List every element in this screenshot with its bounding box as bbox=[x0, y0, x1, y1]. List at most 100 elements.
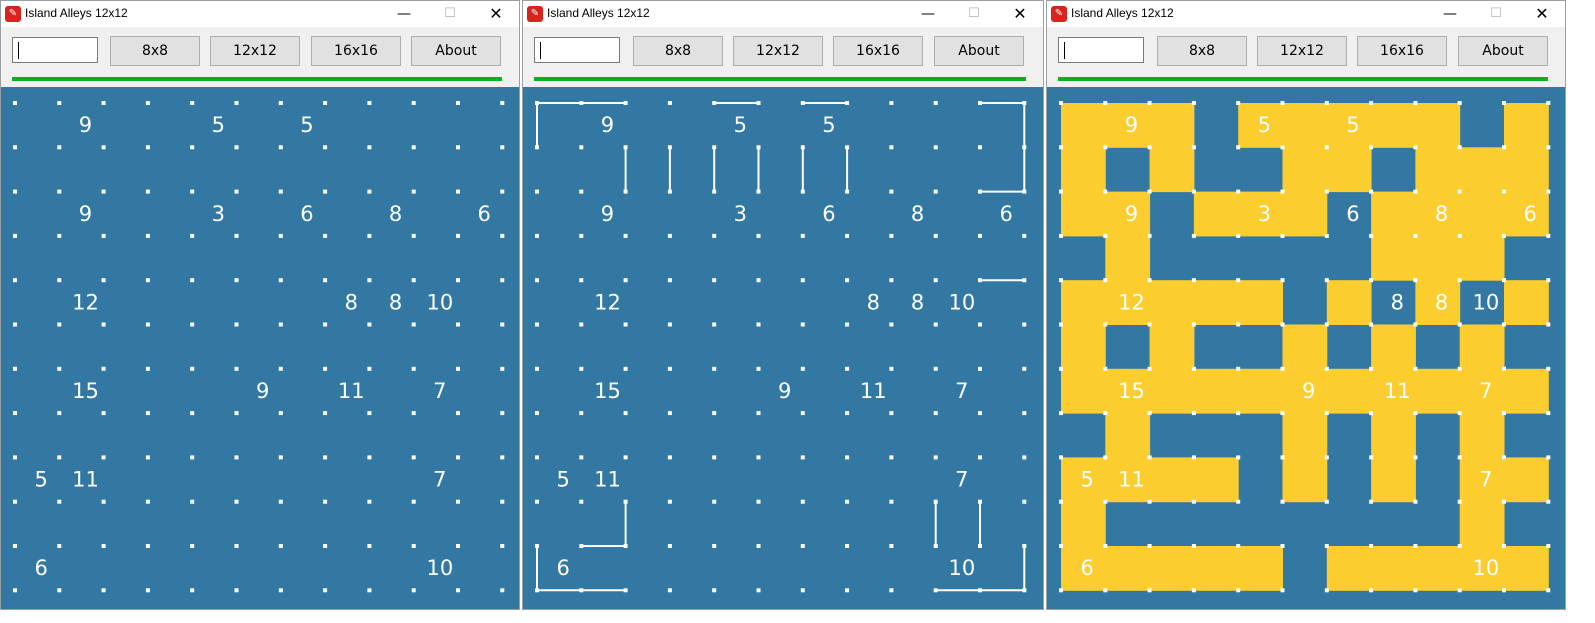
size-12x12-button[interactable]: 12x12 bbox=[1257, 36, 1347, 66]
island-cell bbox=[1504, 546, 1549, 591]
grid-dot bbox=[323, 588, 328, 593]
grid-dot bbox=[1280, 588, 1285, 593]
clue-number: 6 bbox=[999, 202, 1012, 226]
grid-dot bbox=[190, 544, 195, 548]
island-cell bbox=[1149, 147, 1195, 193]
puzzle-grid[interactable]: 9 5 5 9 3 6 8 6 12 8 8 10 15 9 11 7 5 11 7 6 10 bbox=[523, 87, 1045, 607]
grid-dot bbox=[933, 366, 938, 371]
grid-dot bbox=[367, 278, 372, 283]
minimize-button[interactable]: — bbox=[1427, 1, 1473, 27]
island-cell bbox=[1105, 546, 1151, 591]
grid-dot bbox=[101, 322, 106, 327]
grid-dot bbox=[1147, 278, 1152, 283]
puzzle-board[interactable]: 9 5 5 9 3 6 8 6 12 8 8 10 15 9 11 7 5 11 7 6 10 bbox=[523, 87, 1043, 609]
grid-dot bbox=[500, 278, 505, 283]
grid-dot bbox=[13, 101, 17, 105]
grid-dot bbox=[411, 499, 416, 504]
app-icon: ✎ bbox=[527, 6, 543, 22]
grid-dot bbox=[1369, 588, 1374, 593]
grid-dot bbox=[756, 366, 761, 371]
grid-dot bbox=[1147, 366, 1152, 371]
island-cell bbox=[1459, 191, 1505, 237]
maximize-button[interactable]: ☐ bbox=[1473, 1, 1519, 27]
close-button[interactable]: ✕ bbox=[997, 1, 1043, 27]
title-bar[interactable]: ✎ Island Alleys 12x12 — ☐ ✕ bbox=[523, 1, 1043, 27]
grid-dot bbox=[234, 322, 239, 327]
island-cell bbox=[1459, 324, 1505, 370]
clue-number: 8 bbox=[911, 202, 924, 226]
grid-dot bbox=[1280, 455, 1285, 460]
island-cell bbox=[1105, 235, 1151, 281]
about-button[interactable]: About bbox=[1458, 36, 1548, 66]
size-input[interactable] bbox=[1058, 37, 1144, 63]
clue-number: 7 bbox=[433, 468, 446, 492]
size-12x12-button[interactable]: 12x12 bbox=[733, 36, 823, 66]
close-button[interactable]: ✕ bbox=[1519, 1, 1565, 27]
clue-number: 10 bbox=[426, 556, 453, 580]
island-cell bbox=[1371, 413, 1416, 458]
puzzle-grid[interactable]: 9 5 5 9 3 6 8 6 12 8 8 10 15 9 11 7 5 11 7 6 10 bbox=[1, 87, 521, 607]
size-input[interactable] bbox=[534, 37, 620, 63]
grid-dot bbox=[57, 455, 62, 460]
clue-number: 6 bbox=[556, 556, 569, 580]
grid-dot bbox=[1103, 278, 1108, 283]
grid-dot bbox=[278, 145, 283, 150]
grid-dot bbox=[278, 499, 283, 504]
grid-dot bbox=[535, 366, 539, 371]
title-bar[interactable]: ✎ Island Alleys 12x12 — ☐ ✕ bbox=[1, 1, 519, 27]
grid-dot bbox=[667, 233, 672, 238]
clue-number: 5 bbox=[34, 468, 47, 492]
grid-dot bbox=[234, 455, 239, 460]
minimize-button[interactable]: — bbox=[905, 1, 951, 27]
size-8x8-button[interactable]: 8x8 bbox=[1157, 36, 1247, 66]
grid-dot bbox=[1280, 233, 1285, 238]
size-input[interactable] bbox=[12, 37, 98, 63]
grid-dot bbox=[1059, 411, 1063, 416]
title-bar[interactable]: ✎ Island Alleys 12x12 — ☐ ✕ bbox=[1047, 1, 1565, 27]
island-cell bbox=[1061, 147, 1106, 193]
grid-dot bbox=[101, 544, 106, 548]
grid-dot bbox=[234, 101, 239, 105]
minimize-button[interactable]: — bbox=[381, 1, 427, 27]
about-button[interactable]: About bbox=[411, 36, 501, 66]
clue-number: 12 bbox=[594, 290, 621, 314]
grid-dot bbox=[190, 411, 195, 416]
size-16x16-button[interactable]: 16x16 bbox=[833, 36, 923, 66]
grid-dot bbox=[234, 544, 239, 548]
clue-number: 11 bbox=[860, 379, 887, 403]
grid-dot bbox=[456, 499, 460, 504]
grid-dot bbox=[1546, 189, 1551, 194]
grid-dot bbox=[712, 322, 717, 327]
grid-dot bbox=[456, 588, 460, 593]
size-16x16-button[interactable]: 16x16 bbox=[1357, 36, 1447, 66]
size-12x12-button[interactable]: 12x12 bbox=[210, 36, 300, 66]
grid-dot bbox=[1502, 101, 1506, 105]
grid-dot bbox=[1103, 189, 1108, 194]
maximize-button[interactable]: ☐ bbox=[951, 1, 997, 27]
size-16x16-button[interactable]: 16x16 bbox=[311, 36, 401, 66]
island-cell bbox=[1504, 103, 1549, 148]
puzzle-board[interactable]: 9 5 5 9 3 6 8 6 12 8 8 10 15 9 11 7 5 11 7 6 10 bbox=[1047, 87, 1565, 609]
puzzle-board[interactable]: 9 5 5 9 3 6 8 6 12 8 8 10 15 9 11 7 5 11 7 6 10 bbox=[1, 87, 519, 609]
clue-number: 12 bbox=[72, 290, 99, 314]
grid-dot bbox=[1147, 411, 1152, 416]
about-button[interactable]: About bbox=[934, 36, 1024, 66]
grid-dot bbox=[1413, 145, 1418, 150]
maximize-button[interactable]: ☐ bbox=[427, 1, 473, 27]
grid-dot bbox=[57, 145, 62, 150]
island-cell bbox=[1459, 147, 1505, 193]
window-title: Island Alleys 12x12 bbox=[547, 6, 650, 20]
grid-dot bbox=[1413, 366, 1418, 371]
grid-dot bbox=[1059, 278, 1063, 283]
size-8x8-button[interactable]: 8x8 bbox=[110, 36, 200, 66]
size-8x8-button[interactable]: 8x8 bbox=[633, 36, 723, 66]
grid-dot bbox=[535, 499, 539, 504]
grid-dot bbox=[145, 189, 150, 194]
grid-dot bbox=[367, 322, 372, 327]
island-cell bbox=[1105, 413, 1151, 458]
grid-dot bbox=[535, 411, 539, 416]
grid-dot bbox=[500, 455, 505, 460]
close-button[interactable]: ✕ bbox=[473, 1, 519, 27]
grid-dot bbox=[1502, 322, 1506, 327]
puzzle-grid[interactable]: 9 5 5 9 3 6 8 6 12 8 8 10 15 9 11 7 5 11 7 6 10 bbox=[1047, 87, 1567, 607]
